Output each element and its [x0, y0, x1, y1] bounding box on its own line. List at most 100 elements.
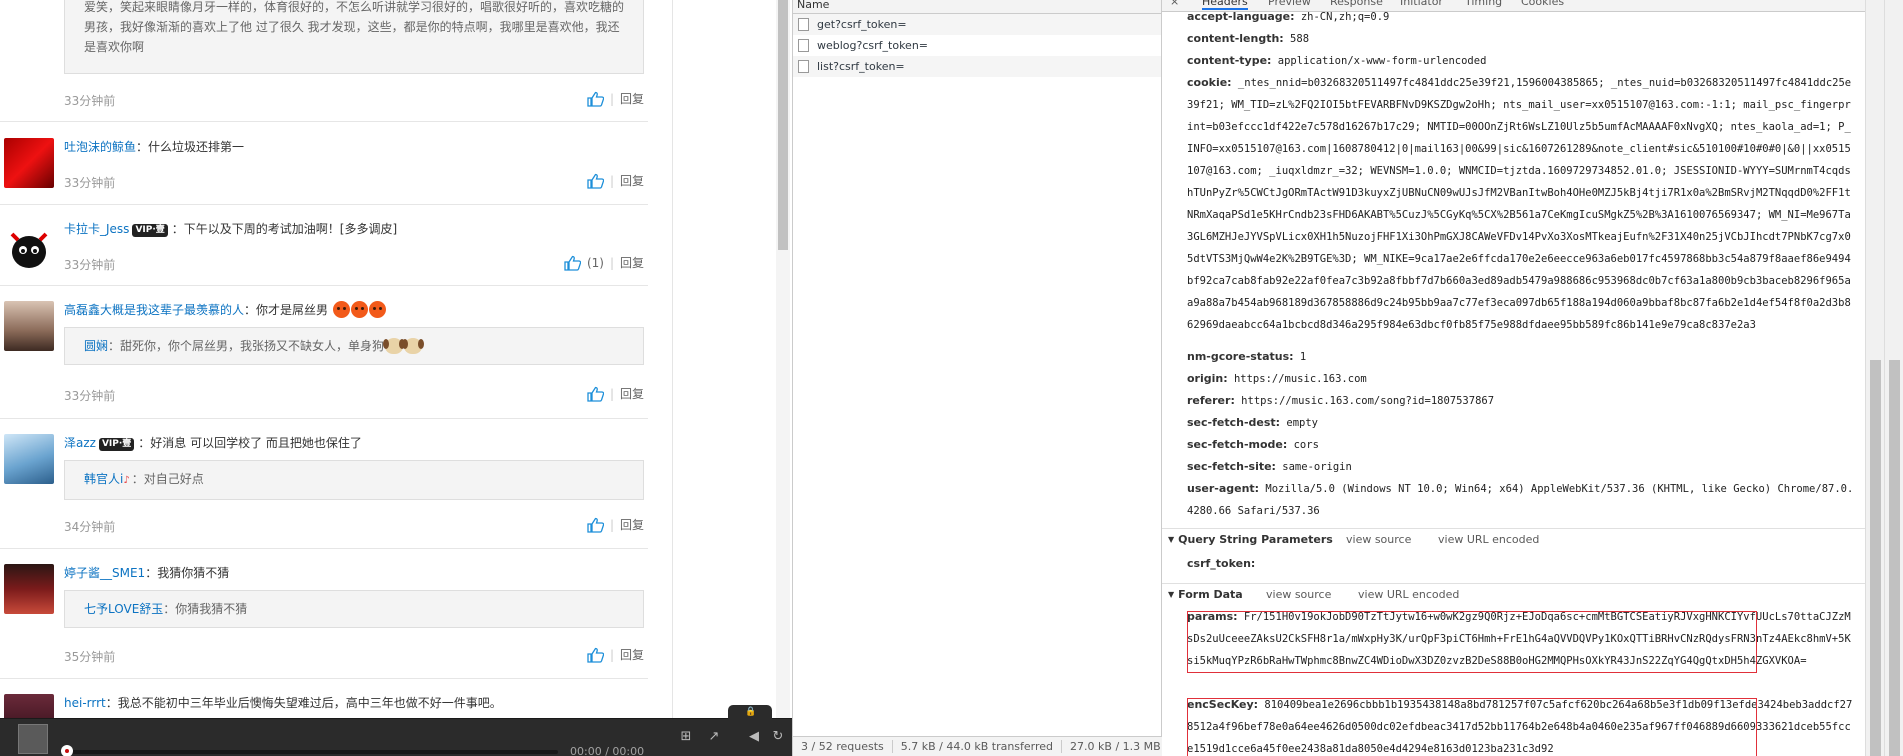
share-icon[interactable]: ↗ [706, 729, 722, 745]
like-icon[interactable] [587, 517, 604, 533]
avatar[interactable] [4, 301, 54, 351]
header-value: zh-CN,zh;q=0.9 [1300, 11, 1390, 23]
separator: | [609, 647, 614, 662]
comment-panel: 爱笑，笑起来眼睛像月牙一样的，体育很好的，不怎么听讲就学习很好的，唱歌很好听的，… [0, 0, 792, 756]
header-key: cookie: [1187, 76, 1232, 89]
loop-icon[interactable]: ↻ [770, 729, 786, 745]
close-icon[interactable]: × [1170, 0, 1179, 8]
view-url-encoded-link[interactable]: view URL encoded [1358, 584, 1459, 606]
details-scrollbar-thumb[interactable] [1870, 360, 1881, 756]
avatar[interactable] [4, 138, 54, 188]
like-icon[interactable] [587, 91, 604, 107]
progress-track[interactable] [62, 750, 558, 754]
like-icon[interactable] [587, 173, 604, 189]
reply-link[interactable]: 回复 [620, 90, 644, 107]
volume-icon[interactable]: ◀ [746, 729, 762, 745]
vip-badge[interactable]: VIP·壹 [132, 224, 168, 237]
username-link[interactable]: 泽azz [64, 436, 96, 450]
header-row: origin: https://music.163.com [1187, 368, 1857, 390]
name-column-header[interactable]: Name [793, 0, 1161, 14]
header-key: nm-gcore-status: [1187, 350, 1294, 363]
username-link[interactable]: hei-rrrt [64, 696, 106, 710]
comment-time: 35分钟前 [64, 650, 116, 664]
add-to-playlist-icon[interactable]: ⊞ [678, 729, 694, 745]
header-value: application/x-www-form-urlencoded [1277, 55, 1487, 67]
quoted-username-link[interactable]: 圆娴 [84, 339, 108, 353]
like-icon[interactable] [587, 386, 604, 402]
music-player-bar: 🔒 00:00 / 00:00 ⊞ ↗ ◀ ↻ [0, 705, 792, 756]
header-value: https://music.163.com/song?id=1807537867 [1241, 395, 1495, 407]
username-link[interactable]: 吐泡沫的鲸鱼 [64, 140, 136, 154]
avatar[interactable] [4, 434, 54, 484]
reply-link[interactable]: 回复 [620, 172, 644, 189]
header-row: nm-gcore-status: 1 [1187, 346, 1857, 368]
header-key: user-agent: [1187, 482, 1260, 495]
header-value: https://music.163.com [1233, 373, 1367, 385]
reply-link[interactable]: 回复 [620, 516, 644, 533]
header-key: referer: [1187, 394, 1235, 407]
header-value: Mozilla/5.0 (Windows NT 10.0; Win64; x64… [1187, 483, 1854, 517]
request-row[interactable]: weblog?csrf_token= [793, 35, 1161, 56]
avatar[interactable] [4, 220, 54, 270]
request-row[interactable]: list?csrf_token= [793, 56, 1161, 77]
window-scrollbar[interactable] [1884, 0, 1903, 756]
divider [0, 285, 648, 286]
quoted-comment: 韩官人i♪ ：对自己好点 [64, 460, 644, 500]
header-row: sec-fetch-mode: cors [1187, 434, 1857, 456]
window-scrollbar-thumb[interactable] [1889, 360, 1900, 756]
album-cover[interactable] [18, 724, 48, 754]
query-param-row: csrf_token: [1187, 553, 1857, 575]
reply-link[interactable]: 回复 [620, 254, 644, 271]
request-details-panel: × Headers Preview Response Initiator Tim… [1162, 0, 1865, 756]
header-key: origin: [1187, 372, 1228, 385]
username-link[interactable]: 高磊鑫大概是我这辈子最羡慕的人 [64, 303, 244, 317]
quoted-text: 爱笑，笑起来眼睛像月牙一样的，体育很好的，不怎么听讲就学习很好的，唱歌很好听的，… [84, 0, 625, 54]
network-status-bar: 3 / 52 requests 5.7 kB / 44.0 kB transfe… [793, 736, 1163, 756]
lock-icon[interactable]: 🔒 [745, 707, 756, 717]
request-rows: get?csrf_token= weblog?csrf_token= list?… [793, 14, 1161, 77]
form-data-section-header[interactable]: ▼ Form Data view source view URL encoded [1162, 583, 1865, 605]
comment-meta: 35分钟前 | 回复 [64, 646, 644, 666]
header-key: content-length: [1187, 32, 1284, 45]
comment-text: ：我猜你猜不猜 [145, 566, 230, 580]
like-icon[interactable] [564, 255, 581, 271]
comment-line: 吐泡沫的鲸鱼：什么垃圾还排第一 [64, 138, 644, 156]
comment-line: 卡拉卡_Jess VIP·壹 ：下午以及下周的考试加油啊！[多多调皮] [64, 220, 644, 238]
playback-time: 00:00 / 00:00 [570, 745, 645, 756]
details-scrollbar[interactable] [1865, 0, 1884, 756]
vip-badge[interactable]: VIP·壹 [98, 438, 135, 451]
username-link[interactable]: 婷子酱__SME1 [64, 566, 145, 580]
comment-line: 高磊鑫大概是我这辈子最羡慕的人：你才是屌丝男 [64, 301, 644, 319]
comment-line: 婷子酱__SME1：我猜你猜不猜 [64, 564, 644, 582]
quoted-username-link[interactable]: 七予LOVE舒玉 [84, 602, 163, 616]
comment-line: 泽azz VIP·壹 ：好消息 可以回学校了 而且把她也保住了 [64, 434, 644, 452]
header-row: referer: https://music.163.com/song?id=1… [1187, 390, 1857, 412]
header-row: cookie: _ntes_nnid=b03268320511497fc4841… [1187, 72, 1857, 336]
header-value: 1 [1299, 351, 1307, 363]
page-scrollbar-thumb[interactable] [778, 0, 788, 250]
avatar[interactable] [4, 564, 54, 614]
comment-meta: 33分钟前 (1) | 回复 [64, 254, 644, 274]
comment-time: 33分钟前 [64, 389, 116, 403]
quoted-text: ：你猜我猜不猜 [163, 602, 248, 616]
view-source-link[interactable]: view source [1266, 584, 1331, 606]
request-name: weblog?csrf_token= [817, 39, 929, 52]
header-key: content-type: [1187, 54, 1272, 67]
like-icon[interactable] [587, 647, 604, 663]
quoted-username-link[interactable]: 韩官人i [84, 472, 123, 486]
view-url-encoded-link[interactable]: view URL encoded [1438, 529, 1539, 551]
separator: | [609, 255, 614, 270]
comment-time: 34分钟前 [64, 520, 116, 534]
reply-link[interactable]: 回复 [620, 646, 644, 663]
progress-handle[interactable] [61, 745, 73, 756]
request-row[interactable]: get?csrf_token= [793, 14, 1161, 35]
section-title: ▼ Form Data [1168, 584, 1243, 606]
header-key: sec-fetch-dest: [1187, 416, 1281, 429]
header-value: 588 [1290, 33, 1310, 45]
reply-link[interactable]: 回复 [620, 385, 644, 402]
view-source-link[interactable]: view source [1346, 529, 1411, 551]
header-row: sec-fetch-dest: empty [1187, 412, 1857, 434]
page-scrollbar[interactable] [776, 0, 790, 718]
query-string-section-header[interactable]: ▼ Query String Parameters view source vie… [1162, 528, 1865, 550]
username-link[interactable]: 卡拉卡_Jess [64, 222, 129, 236]
